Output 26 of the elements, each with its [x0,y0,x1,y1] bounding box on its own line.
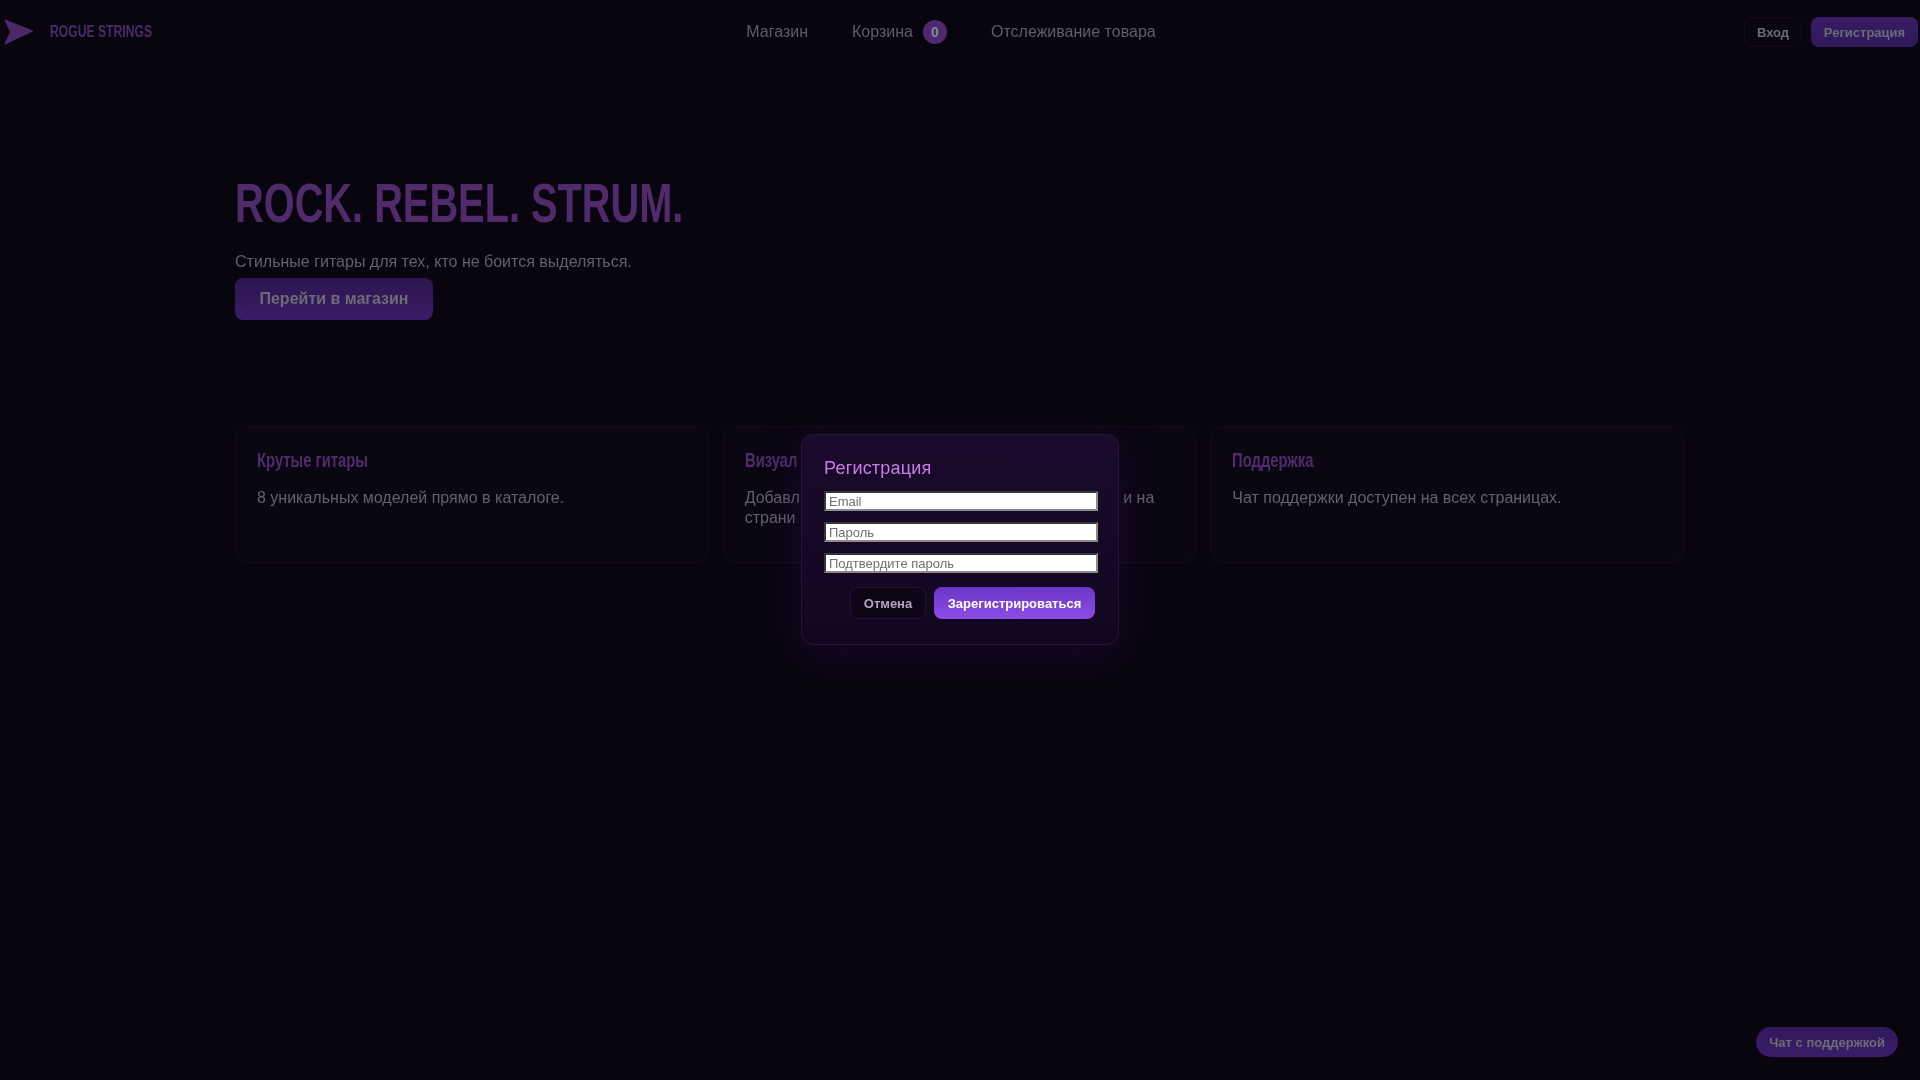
card-text-fragment: и на [1123,488,1155,508]
brand-name: ROGUE STRINGS [50,23,152,41]
input-field[interactable]: Подтвердите пароль [824,553,1098,573]
hero-title: ROCK. REBEL. STRUM. [235,172,684,234]
card-text-fragment: страни [744,508,796,528]
card-text: 8 уникальных моделей прямо в каталоге. [257,488,565,508]
nav-link[interactable]: Магазин [746,23,809,41]
dialog-button[interactable]: Отмена [850,587,926,619]
dialog-title: Регистрация [824,457,933,480]
input-field[interactable]: Email [824,491,1098,511]
card-text-fragment: Добавл [744,488,800,508]
card-title: Крутые гитары [257,448,368,473]
card-text: Чат поддержки доступен на всех страницах. [1232,488,1562,508]
cart-count: 0 [923,20,947,44]
hero-subtitle: Стильные гитары для тех, кто не боится выделяться. [235,252,632,272]
dialog-button[interactable]: Зарегистрироваться [934,587,1095,619]
support-chat-button[interactable]: Чат с поддержкой [1756,1027,1898,1057]
card-title: Визуал [744,448,798,473]
nav-link[interactable]: Корзина [852,23,913,41]
card-title: Поддержка [1232,448,1314,473]
header-button[interactable]: Регистрация [1811,17,1918,47]
header-button[interactable]: Вход [1744,17,1802,47]
nav-link[interactable]: Отслеживание товара [991,23,1156,41]
paper-plane-icon [4,19,34,45]
shop-button[interactable]: Перейти в магазин [235,278,433,320]
input-field[interactable]: Пароль [824,522,1098,542]
